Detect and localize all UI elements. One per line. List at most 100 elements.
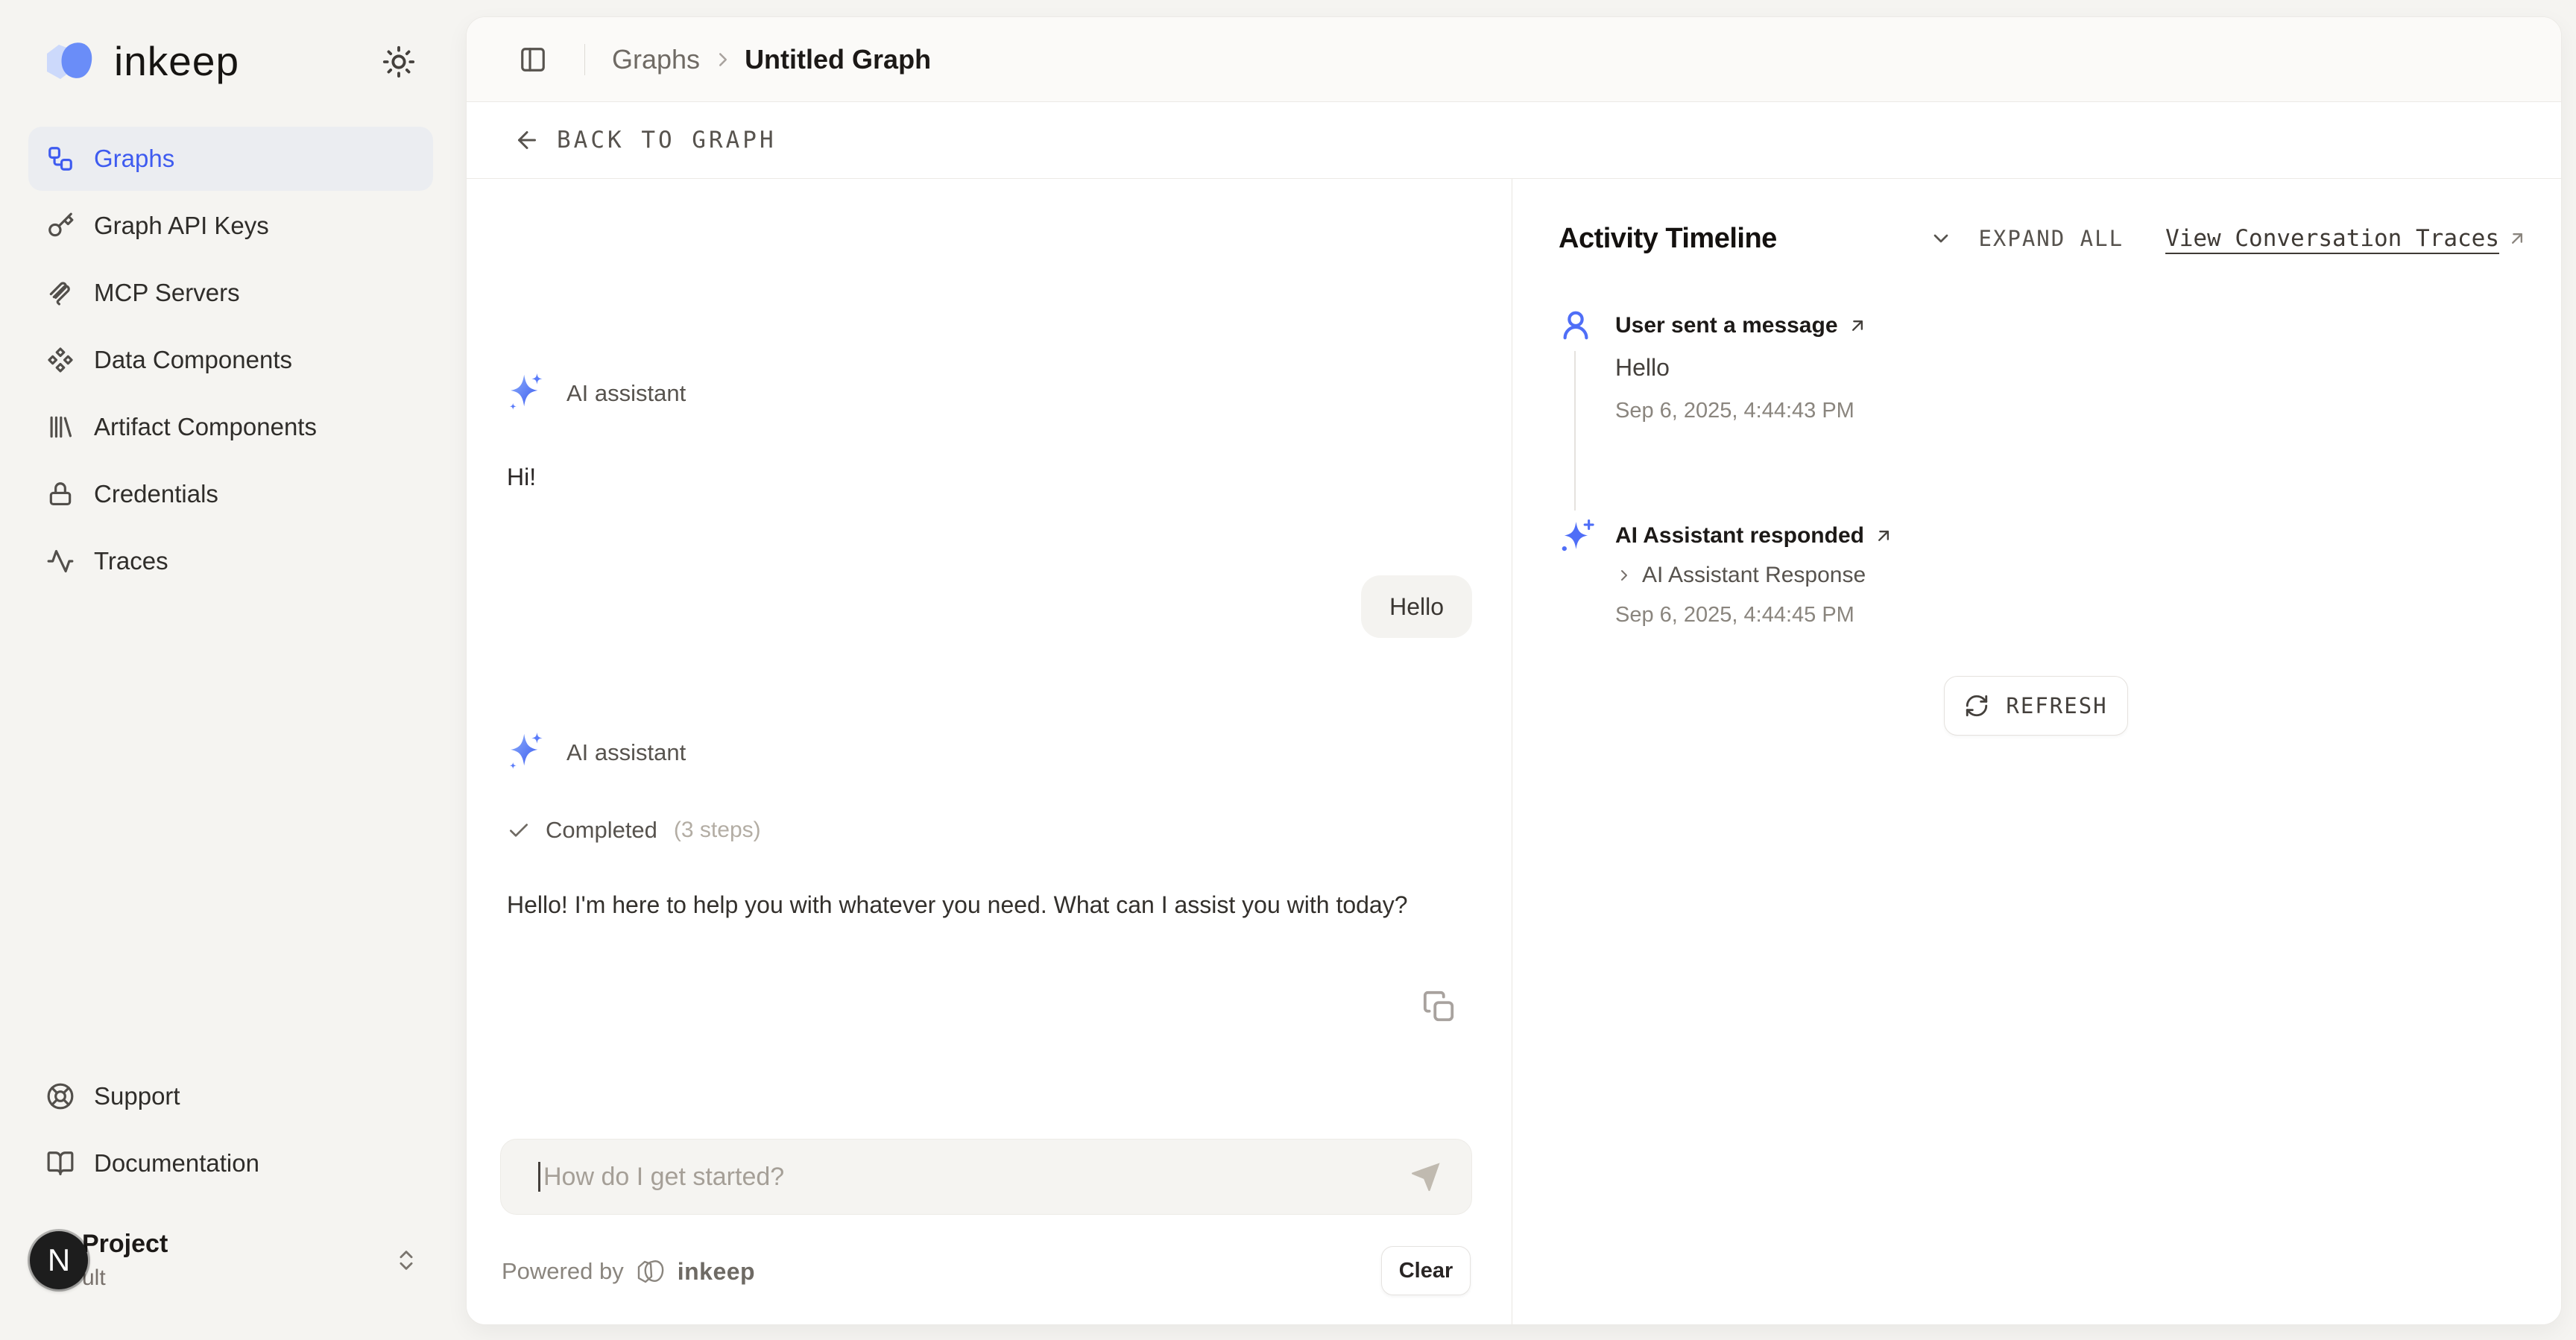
timeline-event-title-text: User sent a message (1615, 313, 1838, 338)
brand-wordmark: inkeep (114, 37, 239, 85)
project-selector[interactable]: N Project ult (30, 1228, 432, 1310)
assistant-message-text: Hi! (507, 464, 536, 491)
assistant-label: AI assistant (566, 380, 686, 407)
ai-sparkle-icon (504, 370, 547, 417)
status-label: Completed (546, 817, 657, 844)
app-root: inkeep Graphs Graph API Keys (0, 0, 2576, 1340)
copy-icon[interactable] (1422, 990, 1456, 1024)
back-to-graph-button[interactable]: BACK TO GRAPH (514, 127, 777, 154)
powered-by[interactable]: Powered by inkeep (502, 1257, 755, 1286)
sidebar-nav: Graphs Graph API Keys MCP Servers Da (28, 127, 433, 596)
project-name: Project (82, 1230, 168, 1259)
inkeep-logo-icon (41, 37, 102, 85)
back-bar: BACK TO GRAPH (467, 102, 2561, 179)
activity-icon (46, 547, 75, 575)
sidebar-item-label: Traces (94, 547, 168, 575)
sidebar-item-label: Support (94, 1082, 180, 1110)
timeline-event-assistant-response[interactable]: AI Assistant responded AI Assistant Resp… (1559, 518, 2528, 633)
timeline-event-icon-column (1559, 308, 1615, 429)
timeline-events: User sent a message Hello Sep 6, 2025, 4… (1559, 308, 2528, 633)
sidebar-item-label: MCP Servers (94, 279, 240, 307)
timeline-event-message: Hello (1615, 354, 2528, 387)
chevron-down-icon[interactable] (1929, 227, 1953, 250)
sidebar-item-data-components[interactable]: Data Components (28, 328, 433, 392)
sidebar: inkeep Graphs Graph API Keys (0, 0, 466, 1340)
breadcrumb-section[interactable]: Graphs (612, 44, 700, 75)
timeline-event-icon-column (1559, 518, 1615, 633)
back-to-graph-label: BACK TO GRAPH (557, 127, 777, 154)
text-caret (538, 1162, 540, 1192)
sidebar-item-label: Documentation (94, 1149, 259, 1178)
sidebar-toggle-icon[interactable] (519, 45, 547, 74)
send-icon[interactable] (1409, 1160, 1443, 1194)
theme-toggle-button[interactable] (382, 45, 416, 79)
chat-playground: AI assistant Hi! Hello AI assistant (467, 179, 1512, 1324)
brand-logo: inkeep (41, 37, 239, 85)
timeline-event-timestamp: Sep 6, 2025, 4:44:45 PM (1615, 603, 2528, 633)
life-buoy-icon (46, 1082, 75, 1110)
arrow-left-icon (514, 127, 540, 154)
chevron-right-icon (712, 48, 734, 71)
sidebar-item-support[interactable]: Support (28, 1064, 433, 1128)
timeline-event-title-text: AI Assistant responded (1615, 523, 1864, 549)
sun-icon (382, 45, 416, 79)
activity-timeline-panel: Activity Timeline EXPAND ALL View Conver… (1512, 179, 2561, 1324)
timeline-event-user-message[interactable]: User sent a message Hello Sep 6, 2025, 4… (1559, 308, 2528, 429)
timeline-event-sub-label: AI Assistant Response (1642, 563, 1866, 588)
sidebar-item-artifact-components[interactable]: Artifact Components (28, 395, 433, 459)
clear-button[interactable]: Clear (1381, 1246, 1471, 1295)
completion-status[interactable]: Completed (3 steps) (507, 817, 761, 844)
sidebar-item-graphs[interactable]: Graphs (28, 127, 433, 191)
library-icon (46, 413, 75, 441)
sidebar-item-graph-api-keys[interactable]: Graph API Keys (28, 194, 433, 258)
sidebar-item-credentials[interactable]: Credentials (28, 462, 433, 526)
user-message-bubble: Hello (1361, 575, 1472, 638)
powered-by-brand: inkeep (678, 1258, 755, 1286)
key-icon (46, 212, 75, 240)
workflow-icon (46, 145, 75, 173)
assistant-message-header: AI assistant (504, 729, 686, 777)
main-panel: Graphs Untitled Graph BACK TO GRAPH (466, 16, 2562, 1325)
status-steps: (3 steps) (674, 818, 761, 843)
sidebar-item-label: Credentials (94, 480, 218, 508)
expand-all-button[interactable]: EXPAND ALL (1978, 226, 2124, 251)
sidebar-footer-nav: Support Documentation (28, 1064, 433, 1198)
user-icon (1559, 308, 1593, 342)
assistant-message-text: Hello! I'm here to help you with whateve… (507, 885, 1483, 925)
assistant-message-header: AI assistant (504, 370, 686, 417)
sidebar-item-label: Graph API Keys (94, 212, 269, 240)
timeline-connector (1574, 351, 1576, 511)
timeline-event-title[interactable]: AI Assistant responded (1615, 519, 2528, 552)
timeline-title: Activity Timeline (1559, 223, 1777, 255)
chevrons-up-down-icon[interactable] (394, 1248, 419, 1273)
breadcrumb-page-title: Untitled Graph (745, 44, 931, 75)
arrow-up-right-icon (1847, 315, 1868, 336)
content-area: AI assistant Hi! Hello AI assistant (467, 179, 2561, 1324)
timeline-event-expandable[interactable]: AI Assistant Response (1615, 560, 2528, 591)
inkeep-outline-icon (634, 1257, 667, 1286)
book-open-icon (46, 1149, 75, 1178)
mcp-icon (46, 279, 75, 307)
sidebar-item-traces[interactable]: Traces (28, 529, 433, 593)
chevron-right-icon (1615, 566, 1633, 584)
timeline-event-title[interactable]: User sent a message (1615, 309, 2528, 342)
sidebar-item-documentation[interactable]: Documentation (28, 1131, 433, 1195)
refresh-button[interactable]: REFRESH (1944, 676, 2128, 736)
nextjs-dev-badge[interactable]: N (30, 1231, 88, 1289)
ai-sparkle-icon (1559, 518, 1596, 558)
component-icon (46, 346, 75, 374)
sidebar-item-label: Artifact Components (94, 413, 317, 441)
sidebar-item-mcp-servers[interactable]: MCP Servers (28, 261, 433, 325)
divider (584, 44, 585, 75)
timeline-event-body: User sent a message Hello Sep 6, 2025, 4… (1615, 308, 2528, 429)
arrow-up-right-icon (2507, 228, 2528, 249)
assistant-label: AI assistant (566, 739, 686, 766)
timeline-header: Activity Timeline EXPAND ALL View Conver… (1559, 220, 2528, 257)
chat-input[interactable]: How do I get started? (500, 1139, 1472, 1215)
breadcrumb-bar: Graphs Untitled Graph (467, 17, 2561, 102)
view-conversation-traces-link[interactable]: View Conversation Traces (2165, 225, 2528, 252)
arrow-up-right-icon (1873, 525, 1894, 546)
check-icon (507, 818, 531, 842)
refresh-icon (1964, 693, 1989, 718)
sidebar-item-label: Graphs (94, 145, 174, 173)
